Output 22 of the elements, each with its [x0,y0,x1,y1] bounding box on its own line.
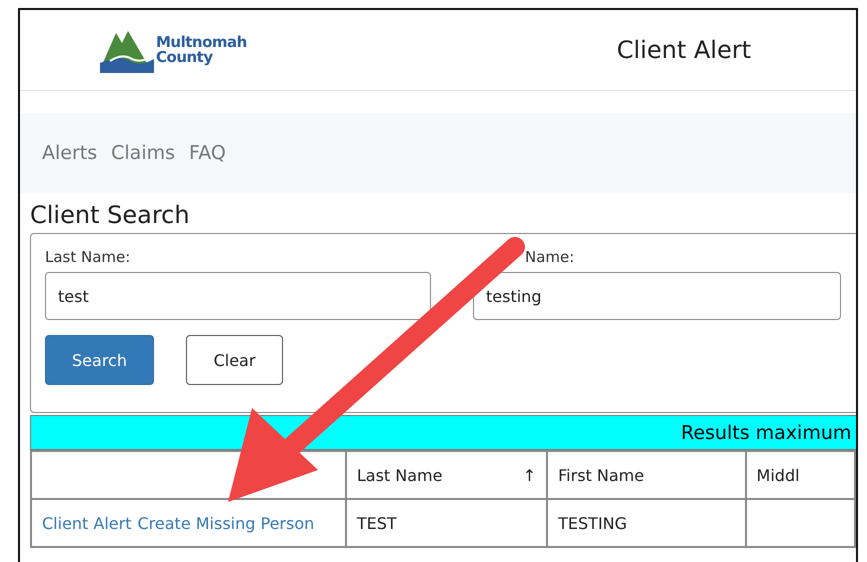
nav-link[interactable]: FAQ [189,142,226,164]
search-button[interactable]: Search [45,335,154,385]
field-label: Last Name: [45,248,132,268]
sort-icon[interactable]: ↑ [522,466,536,484]
table-link[interactable]: Create Missing Person [138,514,314,532]
input-field[interactable]: test [45,272,431,320]
section-heading: Client Search [30,201,191,229]
column-header: Last Name ↑ [346,451,548,499]
nav-link[interactable]: Claims [111,142,176,164]
field-label: Name: [524,248,576,268]
logo-text: Multnomah [156,35,247,50]
table-cell: TEST [346,499,548,547]
results-banner: Results maximum [30,415,856,450]
input-field[interactable]: testing [473,272,841,320]
column-header: First Name [547,451,746,499]
table-cell: TESTING [547,499,746,547]
table-link[interactable]: Client Alert [42,514,132,532]
page-title: Client Alert [616,36,751,64]
clear-button[interactable]: Clear [186,335,283,385]
column-header: Middl [746,451,855,499]
nav-link[interactable]: Alerts [42,142,98,164]
logo-text: County [156,50,214,65]
